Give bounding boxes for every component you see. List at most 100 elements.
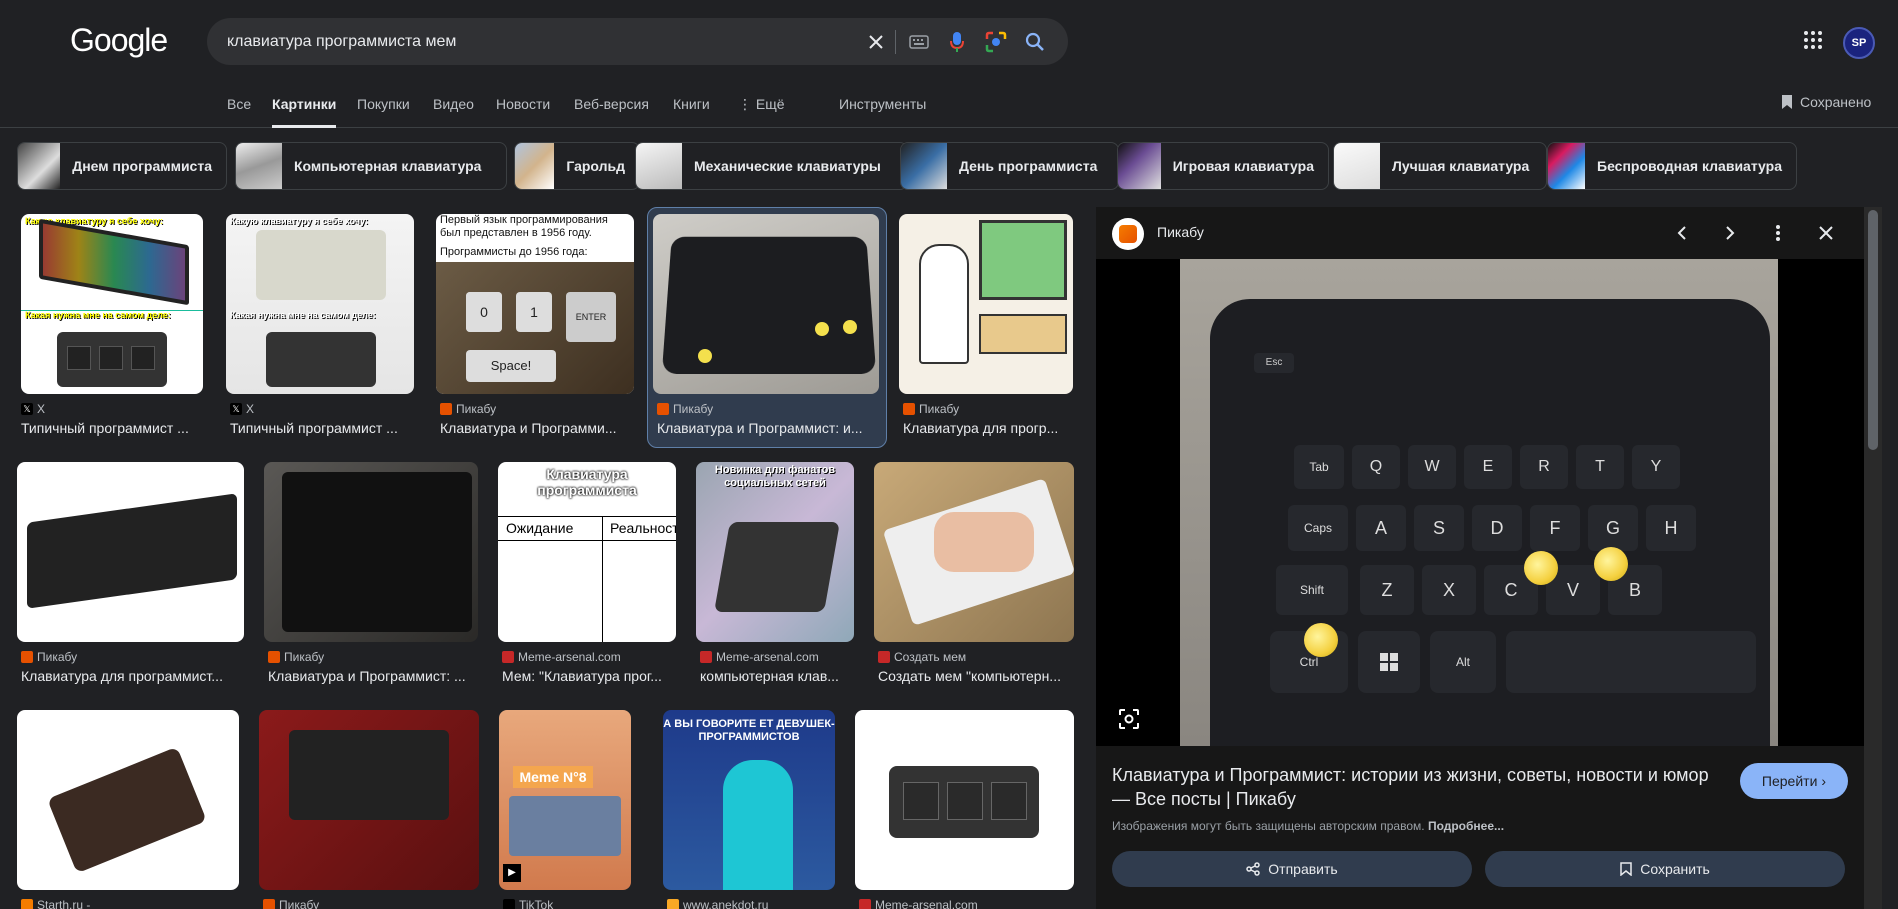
result-image[interactable]: А ВЫ ГОВОРИТЕ ЕТ ДЕВУШЕК-ПРОГРАММИСТОВ: [663, 710, 835, 890]
result-tile[interactable]: Пикабу Клавиатура и Программист: и...: [653, 214, 879, 444]
result-title[interactable]: Клавиатура и Программи...: [440, 420, 630, 436]
visit-button[interactable]: Перейти ›: [1740, 763, 1848, 799]
apps-grid-icon[interactable]: [1803, 30, 1827, 54]
result-title[interactable]: Мем: "Клавиатура прог...: [502, 668, 674, 684]
key-e: E: [1464, 445, 1512, 489]
result-image[interactable]: Какую клавиатуру я себе хочу: Какая нужн…: [226, 214, 414, 394]
result-title[interactable]: Клавиатура для программист...: [21, 668, 241, 684]
chip-computer-keyboard[interactable]: Компьютерная клавиатура: [235, 142, 507, 190]
tab-books[interactable]: Книги: [673, 96, 710, 128]
share-button[interactable]: Отправить: [1112, 851, 1472, 887]
tab-images[interactable]: Картинки: [272, 96, 337, 128]
tab-all[interactable]: Все: [227, 96, 251, 128]
result-title[interactable]: Клавиатура для прогр...: [903, 420, 1071, 436]
result-image[interactable]: Первый язык программирования был предста…: [436, 214, 634, 394]
result-tile[interactable]: Пикабу Клавиатура для прогр...: [899, 214, 1073, 444]
result-source[interactable]: Пикабу: [21, 650, 77, 664]
result-source[interactable]: Starth.ru -: [21, 898, 90, 909]
tab-web[interactable]: Веб-версия: [574, 96, 649, 128]
chip-wireless-keyboard[interactable]: Беспроводная клавиатура: [1547, 142, 1797, 190]
lens-icon[interactable]: [984, 30, 1008, 54]
preview-image[interactable]: Esc Tab Q W E R T Y Caps A S D F G H Shi…: [1096, 259, 1864, 746]
result-source[interactable]: Meme-arsenal.com: [700, 650, 819, 664]
panel-title[interactable]: Клавиатура и Программист: истории из жиз…: [1112, 763, 1727, 811]
save-button[interactable]: Сохранить: [1485, 851, 1845, 887]
result-source[interactable]: Создать мем: [878, 650, 966, 664]
chip-harold[interactable]: Гарольд: [514, 142, 640, 190]
result-tile[interactable]: Пикабу Клавиатура для программист...: [17, 462, 244, 692]
chip-mechanical-keyboards[interactable]: Механические клавиатуры: [635, 142, 908, 190]
chip-best-keyboard[interactable]: Лучшая клавиатура: [1333, 142, 1547, 190]
tab-shopping[interactable]: Покупки: [357, 96, 410, 128]
result-image[interactable]: Meme N°8 ▶: [499, 710, 631, 890]
result-source[interactable]: 𝕏 X: [230, 402, 254, 416]
result-tile[interactable]: Создать мем Создать мем "компьютерн...: [874, 462, 1074, 692]
result-image[interactable]: Новинка для фанатов социальных сетей: [696, 462, 854, 642]
play-icon[interactable]: ▶: [503, 864, 521, 882]
result-image[interactable]: [899, 214, 1073, 394]
result-tile[interactable]: Пикабу: [259, 710, 479, 909]
previous-icon[interactable]: [1670, 221, 1694, 245]
result-tile[interactable]: Meme N°8 ▶ TikTok: [499, 710, 631, 909]
keyboard-icon[interactable]: [907, 30, 931, 54]
result-image[interactable]: [17, 710, 239, 890]
result-image[interactable]: [653, 214, 879, 394]
result-image[interactable]: [874, 462, 1074, 642]
result-source[interactable]: Пикабу: [657, 402, 713, 416]
result-tile[interactable]: Starth.ru -: [17, 710, 239, 909]
pikabu-favicon-icon[interactable]: [1112, 218, 1144, 250]
result-title[interactable]: Типичный программист ...: [230, 420, 410, 436]
result-source[interactable]: TikTok: [503, 898, 553, 909]
result-tile[interactable]: Клавиатура программиста Ожидание Реально…: [498, 462, 676, 692]
more-options-icon[interactable]: [1766, 221, 1790, 245]
result-source[interactable]: Meme-arsenal.com: [859, 898, 978, 909]
result-source[interactable]: Пикабу: [268, 650, 324, 664]
chip-programmer-day-1[interactable]: Днем программиста: [17, 142, 227, 190]
account-avatar[interactable]: SP: [1843, 27, 1875, 59]
result-source[interactable]: Пикабу: [903, 402, 959, 416]
result-tile[interactable]: Пикабу Клавиатура и Программист: ...: [264, 462, 478, 692]
search-input[interactable]: [227, 18, 847, 65]
result-tile[interactable]: Новинка для фанатов социальных сетей Mem…: [696, 462, 854, 692]
clear-icon[interactable]: [864, 30, 888, 54]
lens-search-icon[interactable]: [1118, 708, 1142, 732]
tab-videos[interactable]: Видео: [433, 96, 474, 128]
result-title[interactable]: Типичный программист ...: [21, 420, 201, 436]
search-box[interactable]: [207, 18, 1068, 65]
result-tile[interactable]: Какую клавиатуру я себе хочу: Какая нужн…: [21, 214, 203, 444]
search-icon[interactable]: [1023, 30, 1047, 54]
result-source[interactable]: Пикабу: [263, 898, 319, 909]
result-title[interactable]: Клавиатура и Программист: ...: [268, 668, 474, 684]
tab-tools[interactable]: Инструменты: [839, 96, 926, 128]
result-title[interactable]: компьютерная клав...: [700, 668, 852, 684]
tab-news[interactable]: Новости: [496, 96, 550, 128]
next-icon[interactable]: [1718, 221, 1742, 245]
result-title[interactable]: Клавиатура и Программист: и...: [657, 420, 877, 436]
panel-site-name[interactable]: Пикабу: [1157, 224, 1204, 240]
result-source[interactable]: www.anekdot.ru: [667, 898, 768, 909]
panel-scrollbar-thumb[interactable]: [1868, 210, 1878, 450]
result-image[interactable]: [259, 710, 479, 890]
close-panel-icon[interactable]: [1814, 221, 1838, 245]
result-source[interactable]: Пикабу: [440, 402, 496, 416]
more-info-link[interactable]: Подробнее...: [1428, 819, 1504, 833]
result-tile[interactable]: А ВЫ ГОВОРИТЕ ЕТ ДЕВУШЕК-ПРОГРАММИСТОВ w…: [663, 710, 835, 909]
result-tile[interactable]: Первый язык программирования был предста…: [436, 214, 634, 444]
result-image[interactable]: [855, 710, 1074, 890]
chip-gaming-keyboard[interactable]: Игровая клавиатура: [1117, 142, 1329, 190]
chip-programmer-day-2[interactable]: День программиста: [900, 142, 1119, 190]
result-tile[interactable]: Какую клавиатуру я себе хочу: Какая нужн…: [226, 214, 414, 444]
result-title[interactable]: Создать мем "компьютерн...: [878, 668, 1072, 684]
result-image[interactable]: [264, 462, 478, 642]
chip-thumbnail: [1118, 143, 1161, 189]
result-tile[interactable]: Meme-arsenal.com: [855, 710, 1074, 909]
result-image[interactable]: Какую клавиатуру я себе хочу: Какая нужн…: [21, 214, 203, 394]
tab-more[interactable]: ⋮ Ещё: [738, 96, 785, 128]
result-source[interactable]: 𝕏 X: [21, 402, 45, 416]
saved-link[interactable]: Сохранено: [1780, 94, 1871, 110]
microphone-icon[interactable]: [945, 30, 969, 54]
result-source[interactable]: Meme-arsenal.com: [502, 650, 621, 664]
result-image[interactable]: [17, 462, 244, 642]
result-image[interactable]: Клавиатура программиста Ожидание Реально…: [498, 462, 676, 642]
google-logo[interactable]: Google: [70, 22, 168, 59]
